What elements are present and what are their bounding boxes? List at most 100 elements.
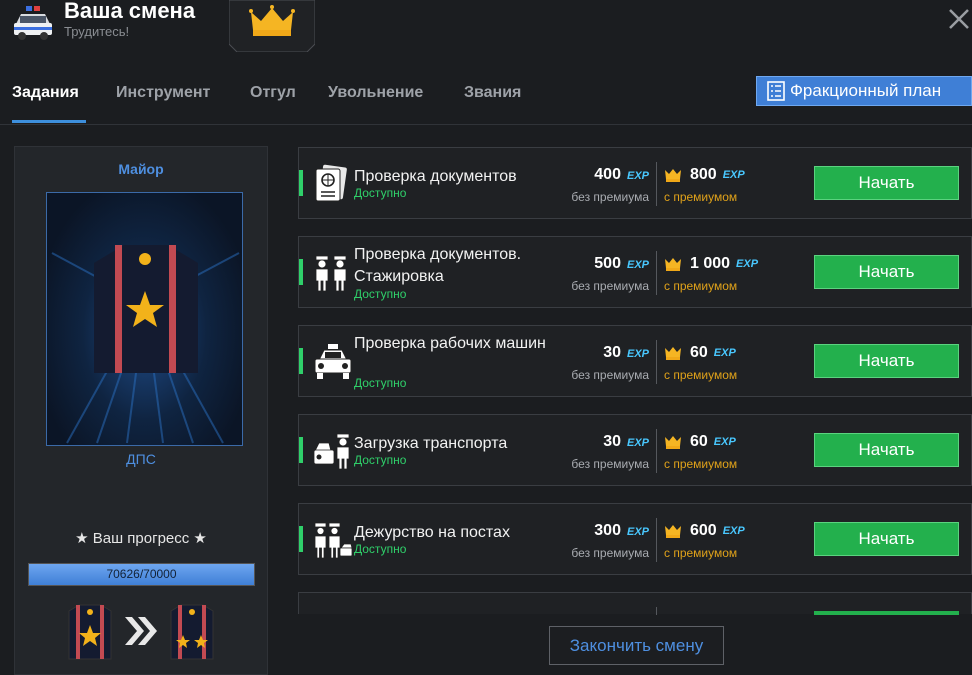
task-name: Проверка документов — [354, 168, 517, 185]
tab-ranks[interactable]: Звания — [464, 84, 521, 102]
tab-tool[interactable]: Инструмент — [116, 84, 210, 102]
crown-icon — [665, 258, 681, 271]
page-title: Ваша смена — [64, 0, 196, 23]
task-name: Проверка документов. Стажировка — [354, 246, 522, 285]
exp-label: EXP — [626, 348, 649, 360]
start-button[interactable]: Начать — [814, 166, 959, 200]
base-value: 400 — [594, 166, 621, 183]
start-button-partial[interactable] — [814, 611, 959, 615]
task-name: Дежурство на постах — [354, 524, 510, 541]
passport-icon — [315, 164, 347, 202]
police-car-front-icon — [314, 344, 352, 379]
premium-note: с премиумом — [664, 368, 738, 382]
close-icon[interactable] — [946, 6, 972, 32]
crown-icon — [665, 169, 681, 182]
premium-note: с премиумом — [664, 546, 738, 560]
task-card: Проверка рабочих машин Доступно 30 EXP бе… — [298, 325, 972, 397]
faction-plan-label: Фракционный план — [790, 81, 942, 100]
rank-insignia-card — [46, 192, 243, 446]
page-subtitle: Трудитесь! — [64, 24, 130, 39]
task-status: Доступно — [354, 376, 407, 390]
base-value: 30 — [603, 433, 621, 450]
tab-bar: Задания Инструмент Отгул Увольнение Зван… — [0, 72, 972, 125]
task-status: Доступно — [354, 287, 407, 301]
task-name: Проверка рабочих машин — [354, 335, 546, 352]
base-note: без премиума — [571, 457, 649, 471]
base-value: 500 — [594, 255, 621, 272]
start-button[interactable]: Начать — [814, 433, 959, 467]
exp-label: EXP — [736, 258, 759, 270]
crown-icon — [665, 436, 681, 449]
premium-value: 1 000 — [690, 255, 731, 272]
premium-value: 600 — [690, 522, 717, 539]
divider — [656, 162, 657, 206]
progress-text: 70626/70000 — [106, 567, 177, 581]
tab-dismissal[interactable]: Увольнение — [328, 84, 423, 102]
officer-with-car-icon — [313, 433, 350, 470]
faction-plan-button[interactable]: Фракционный план — [756, 76, 972, 106]
police-car-icon — [14, 6, 52, 40]
base-note: без премиума — [571, 546, 649, 560]
department-label: ДПС — [126, 451, 156, 467]
divider — [656, 340, 657, 384]
base-note: без премиума — [571, 368, 649, 382]
exp-label: EXP — [722, 169, 745, 181]
crown-icon — [665, 525, 681, 538]
base-value: 30 — [603, 344, 621, 361]
exp-label: EXP — [626, 259, 649, 271]
task-name: Загрузка транспорта — [354, 435, 508, 452]
two-officers-icon — [315, 255, 347, 292]
epaulette-two-stars-icon — [170, 604, 214, 660]
progress-bar: 70626/70000 — [28, 563, 255, 586]
rank-name: Майор — [118, 161, 164, 177]
status-marker — [299, 526, 303, 552]
task-status: Доступно — [354, 542, 407, 556]
task-card: Проверка документов. Стажировка Доступно… — [298, 236, 972, 308]
premium-note: с премиумом — [664, 190, 738, 204]
task-card: Дежурство на постах Доступно 300 EXP без … — [298, 503, 972, 575]
rank-transition — [15, 603, 267, 663]
document-list-icon — [767, 81, 785, 101]
active-tab-indicator — [12, 120, 86, 123]
divider — [656, 429, 657, 473]
crown-icon — [665, 347, 681, 360]
task-card-partial — [298, 592, 972, 615]
status-marker — [299, 170, 303, 196]
exp-label: EXP — [626, 437, 649, 449]
task-card: Проверка документов Доступно 400 EXP без … — [298, 147, 972, 219]
rank-panel: Майор ДПС ★ Ваш прогресс ★ 70626/70000 — [14, 146, 268, 675]
divider — [656, 518, 657, 562]
premium-value: 60 — [690, 433, 708, 450]
double-chevron-right-icon — [125, 617, 157, 645]
base-note: без премиума — [571, 279, 649, 293]
exp-label: EXP — [713, 436, 736, 448]
status-marker — [299, 348, 303, 374]
task-card: Загрузка транспорта Доступно 30 EXP без п… — [298, 414, 972, 486]
premium-value: 800 — [690, 166, 717, 183]
exp-label: EXP — [713, 347, 736, 359]
divider — [656, 251, 657, 295]
epaulette-one-star-icon — [68, 604, 112, 660]
task-status: Доступно — [354, 186, 407, 200]
exp-label: EXP — [626, 170, 649, 182]
header: Ваша смена Трудитесь! — [0, 0, 972, 68]
start-button[interactable]: Начать — [814, 255, 959, 289]
tab-day-off[interactable]: Отгул — [250, 84, 296, 102]
epaulette-large-icon — [51, 245, 240, 444]
status-marker — [299, 259, 303, 285]
officers-post-icon — [314, 522, 353, 559]
exp-label: EXP — [626, 526, 649, 538]
status-marker — [299, 437, 303, 463]
divider — [656, 607, 657, 615]
premium-note: с премиумом — [664, 279, 738, 293]
base-value: 300 — [594, 522, 621, 539]
end-shift-button[interactable]: Закончить смену — [549, 626, 724, 665]
premium-value: 60 — [690, 344, 708, 361]
progress-label: ★ Ваш прогресс ★ — [75, 530, 207, 547]
start-button[interactable]: Начать — [814, 344, 959, 378]
tab-tasks[interactable]: Задания — [12, 84, 79, 102]
start-button[interactable]: Начать — [814, 522, 959, 556]
crown-icon — [229, 0, 315, 52]
base-note: без премиума — [571, 190, 649, 204]
task-status: Доступно — [354, 453, 407, 467]
